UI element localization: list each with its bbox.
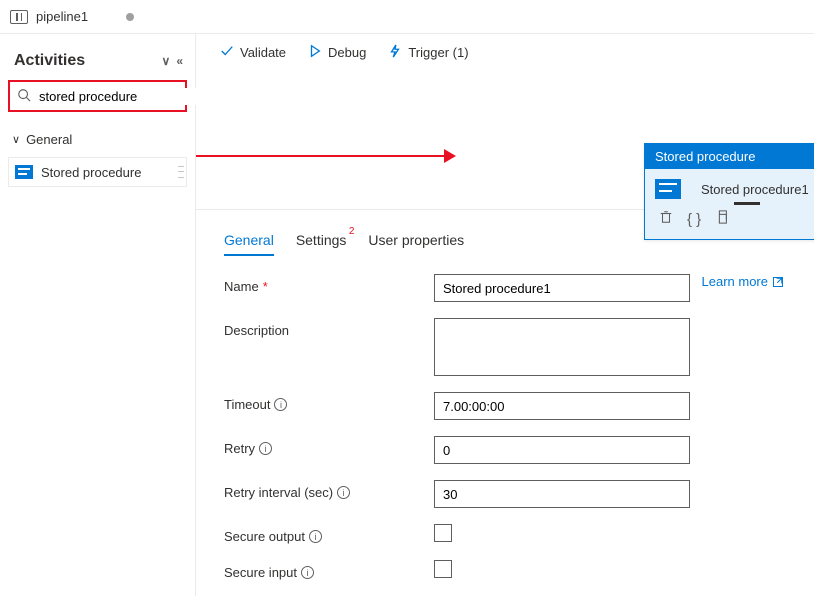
tab-general[interactable]: General: [224, 226, 274, 256]
required-indicator: *: [263, 279, 268, 294]
timeout-input[interactable]: [434, 392, 690, 420]
secure-output-label: Secure output: [224, 529, 305, 544]
name-label: Name: [224, 279, 259, 294]
secure-output-checkbox[interactable]: [434, 524, 452, 542]
annotation-arrow: [196, 155, 446, 157]
tab-user-properties[interactable]: User properties: [368, 226, 464, 256]
settings-badge: 2: [349, 226, 355, 237]
expand-collapse-icon[interactable]: ∨: [162, 54, 171, 68]
stored-procedure-icon: [15, 165, 33, 179]
info-icon[interactable]: i: [274, 398, 287, 411]
description-label: Description: [224, 323, 289, 338]
validate-button[interactable]: Validate: [220, 44, 286, 61]
pipeline-title: pipeline1: [36, 9, 88, 24]
info-icon[interactable]: i: [309, 530, 322, 543]
annotation-arrow-head: [444, 149, 456, 163]
retry-interval-input[interactable]: [434, 480, 690, 508]
activity-label: Stored procedure: [41, 165, 141, 180]
group-general[interactable]: ∨ General: [8, 126, 187, 153]
drag-handle-icon[interactable]: [178, 164, 184, 180]
name-input[interactable]: [434, 274, 690, 302]
timeout-label: Timeout: [224, 397, 270, 412]
info-icon[interactable]: i: [337, 486, 350, 499]
lightning-icon: [388, 44, 402, 61]
activity-stored-procedure[interactable]: Stored procedure: [8, 157, 187, 187]
code-icon[interactable]: { }: [687, 211, 701, 228]
retry-input[interactable]: [434, 436, 690, 464]
group-label: General: [26, 132, 72, 147]
delete-icon[interactable]: [659, 210, 673, 228]
retry-interval-label: Retry interval (sec): [224, 485, 333, 500]
debug-button[interactable]: Debug: [308, 44, 366, 61]
learn-more-link[interactable]: Learn more: [702, 274, 784, 289]
copy-icon[interactable]: [715, 210, 729, 228]
description-input[interactable]: [434, 318, 690, 376]
trigger-button[interactable]: Trigger (1): [388, 44, 468, 61]
activities-heading: Activities: [14, 52, 85, 70]
play-icon: [308, 44, 322, 61]
pipeline-icon: [10, 10, 28, 24]
check-icon: [220, 44, 234, 61]
resize-handle[interactable]: [734, 202, 760, 205]
info-icon[interactable]: i: [259, 442, 272, 455]
chevron-down-icon: ∨: [12, 133, 20, 146]
node-name: Stored procedure1: [701, 182, 809, 197]
collapse-panel-icon[interactable]: «: [176, 54, 183, 68]
search-highlight: [8, 80, 187, 112]
secure-input-checkbox[interactable]: [434, 560, 452, 578]
pipeline-canvas[interactable]: Stored procedure Stored procedure1 { }: [196, 73, 814, 209]
retry-label: Retry: [224, 441, 255, 456]
stored-procedure-icon: [655, 179, 681, 199]
secure-input-label: Secure input: [224, 565, 297, 580]
activity-node-stored-procedure[interactable]: Stored procedure Stored procedure1 { }: [644, 143, 814, 240]
unsaved-indicator-icon: [126, 13, 134, 21]
activities-search-input[interactable]: [37, 88, 217, 105]
tab-settings[interactable]: Settings 2: [296, 226, 347, 256]
search-icon: [17, 88, 31, 105]
node-type-label: Stored procedure: [645, 144, 814, 169]
info-icon[interactable]: i: [301, 566, 314, 579]
